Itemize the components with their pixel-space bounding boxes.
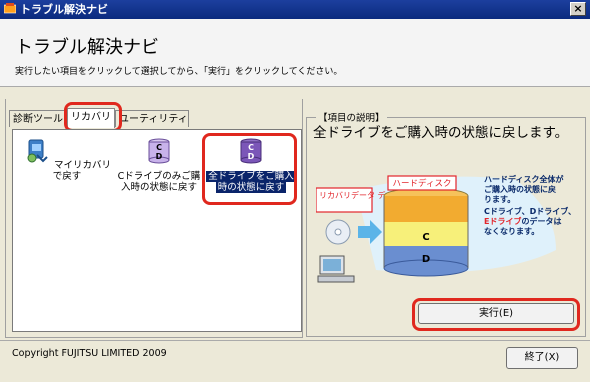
note-line-1: ハードディスク全体が — [484, 174, 564, 184]
c-drive-icon: C D — [148, 138, 170, 164]
title-bar[interactable]: トラブル解決ナビ × — [0, 0, 590, 19]
description-legend: 【項目の説明】 — [316, 110, 387, 124]
copyright-text: Copyright FUJITSU LIMITED 2009 — [12, 348, 167, 359]
footer-divider — [0, 340, 590, 341]
note-line-4: Cドライブ、Dドライブ、 — [484, 206, 576, 216]
exit-button[interactable]: 終了(X) — [506, 347, 578, 369]
tab-utility[interactable]: ユーティリティ — [115, 110, 189, 127]
item-label: マイリカバリで戻す — [52, 160, 112, 182]
note-line-5: のデータは — [521, 216, 561, 226]
recovery-illustration: リカバリデータ ディスク C D ハードディスク ハードディスク全体が ご購入時… — [316, 174, 576, 283]
note-line-2: ご購入時の状態に戻 — [484, 184, 556, 194]
description-heading: 全ドライブをご購入時の状態に戻します。 — [313, 125, 569, 141]
page-title: トラブル解決ナビ — [15, 37, 159, 58]
main-window: トラブル解決ナビ × トラブル解決ナビ 実行したい項目をクリックして選択してから… — [0, 0, 590, 382]
svg-text:D: D — [156, 152, 163, 161]
close-button[interactable]: × — [570, 2, 586, 16]
note-line-5-red: Eドライブ — [484, 216, 521, 226]
tab-diagnostic-tools[interactable]: 診断ツール — [9, 110, 67, 127]
svg-text:C: C — [156, 143, 162, 152]
drive-d-label: D — [422, 254, 430, 265]
item-highlight — [202, 133, 297, 205]
my-recovery-icon — [27, 139, 48, 163]
note-line-3: ります。 — [484, 195, 515, 204]
list-item-c-drive[interactable]: C D Cドライブのみご購 入時の状態に戻す — [113, 137, 205, 193]
tab-highlight — [64, 102, 122, 132]
header: トラブル解決ナビ 実行したい項目をクリックして選択してから、「実行」をクリックし… — [0, 19, 590, 87]
execute-highlight — [412, 298, 580, 331]
instruction-text: 実行したい項目をクリックして選択してから、「実行」をクリックしてください。 — [15, 67, 343, 77]
drive-c-label: C — [422, 232, 429, 243]
list-item-my-recovery[interactable]: マイリカバリで戻す — [21, 137, 113, 182]
item-label-line2: 入時の状態に戻す — [120, 182, 197, 193]
app-icon — [4, 3, 16, 14]
window-title: トラブル解決ナビ — [20, 3, 108, 16]
hard-disk-label: ハードディスク — [393, 178, 452, 189]
item-label-line1: Cドライブのみご購 — [117, 171, 201, 182]
svg-text:Eドライブのデータは: Eドライブのデータは — [484, 216, 561, 226]
note-line-6: なくなります。 — [484, 227, 539, 236]
